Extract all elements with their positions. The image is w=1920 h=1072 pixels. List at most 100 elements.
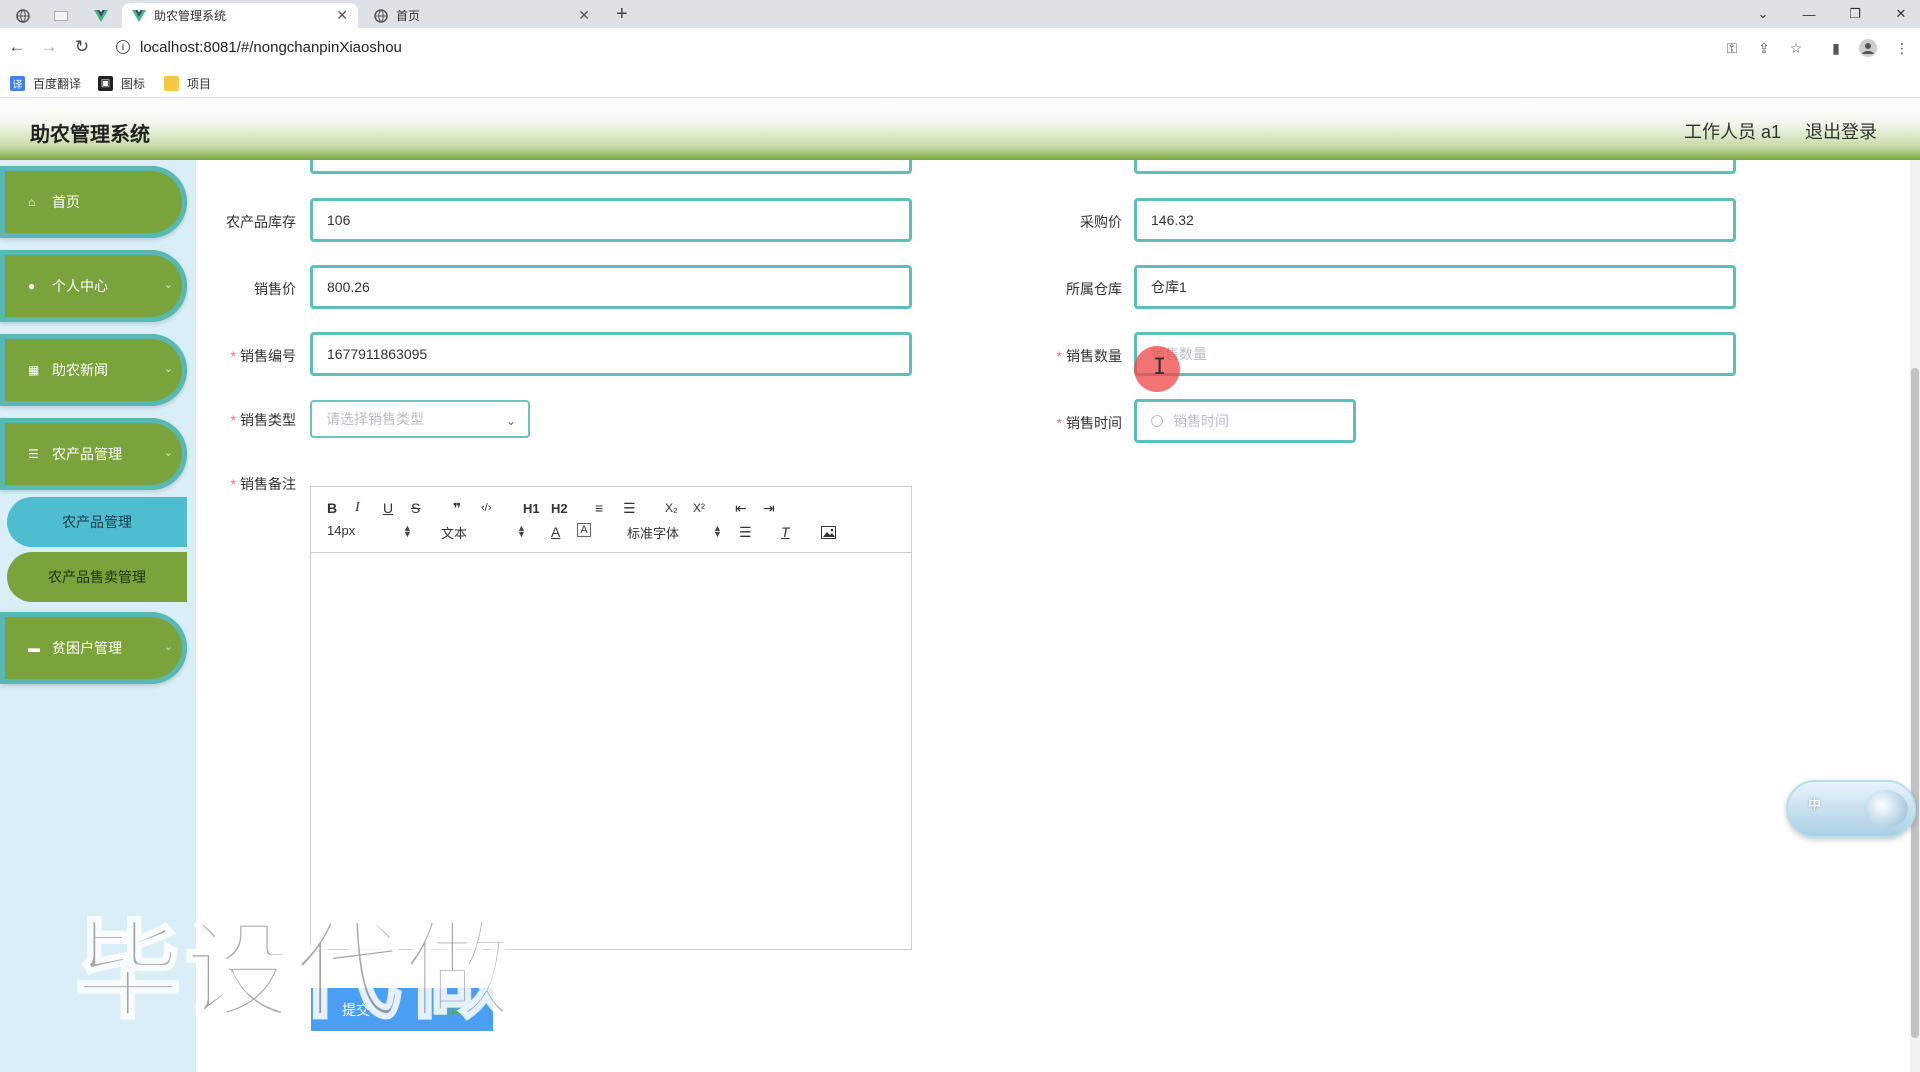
sidebar-item-label: 农产品管理 — [52, 446, 122, 462]
monitor-icon: ▬ — [28, 641, 40, 655]
updown-icon: ▲ ▼ — [713, 523, 722, 539]
image-icon: ▣ — [98, 76, 113, 91]
italic-button[interactable]: I — [355, 499, 360, 517]
sidebar-item-news[interactable]: ▦ 助农新闻 ⌄ — [0, 334, 187, 406]
bold-button[interactable]: B — [327, 499, 337, 517]
chevron-down-icon: ⌄ — [163, 279, 173, 291]
url-text: localhost:8081/#/nongchanpinXiaoshou — [140, 38, 402, 56]
align-icon[interactable]: ☰ — [739, 523, 752, 541]
sidebar-item-home[interactable]: ⌂ 首页 — [0, 166, 187, 238]
star-icon[interactable]: ☆ — [1786, 38, 1806, 58]
share-icon[interactable]: ⇪ — [1754, 38, 1774, 58]
font-family-select[interactable]: 标准字体 ▲ ▼ — [627, 523, 722, 542]
bookmark-baidu-translate[interactable]: 译 百度翻译 — [10, 75, 81, 92]
editor-toolbar: B I U S ❞ ‹/› H1 H2 ≡ ☰ X₂ X² ⇤ ⇥ 14px ▲… — [311, 487, 911, 553]
sale-no-field[interactable]: 1677911863095 — [310, 332, 912, 376]
stock-field[interactable]: 106 — [310, 198, 912, 242]
sidebar-subitem-product-mgmt[interactable]: 农产品管理 — [7, 497, 187, 547]
sidebar-item-product-mgmt[interactable]: ☰ 农产品管理 ⌄ — [0, 418, 187, 490]
outdent-button[interactable]: ⇤ — [735, 499, 747, 517]
vue-tab-icon[interactable] — [88, 3, 114, 28]
minimize-icon[interactable]: — — [1786, 0, 1832, 28]
updown-icon: ▲ ▼ — [403, 523, 412, 539]
forward-icon[interactable]: → — [38, 36, 60, 58]
font-size-select[interactable]: 14px ▲ ▼ — [327, 523, 412, 539]
chevron-down-icon: ⌄ — [505, 414, 516, 428]
sale-no-label: * 销售编号 — [230, 348, 296, 364]
sale-type-select[interactable]: 请选择销售类型 ⌄ — [310, 400, 530, 438]
reload-icon[interactable]: ↻ — [71, 36, 93, 58]
close-icon[interactable]: ✕ — [578, 7, 590, 24]
h2-button[interactable]: H2 — [551, 499, 568, 517]
clear-format-icon[interactable]: T — [781, 523, 790, 541]
sale-time-field[interactable]: 销售时间 — [1134, 399, 1356, 443]
tab-home[interactable]: 首页 ✕ — [364, 3, 600, 28]
sidebar-item-label: 首页 — [52, 194, 80, 210]
quote-button[interactable]: ❞ — [453, 499, 461, 517]
app-header: 助农管理系统 工作人员 a1 退出登录 — [0, 98, 1920, 160]
ime-widget[interactable]: 中 — [1786, 780, 1916, 838]
key-icon[interactable]: ⚿ — [1722, 38, 1742, 58]
bookmark-project[interactable]: 项目 — [164, 75, 211, 92]
input-clipped-left[interactable] — [310, 160, 912, 174]
url-field[interactable]: i localhost:8081/#/nongchanpinXiaoshou — [104, 32, 1754, 62]
subscript-button[interactable]: X₂ — [665, 499, 678, 517]
warehouse-field[interactable]: 仓库1 — [1134, 265, 1736, 309]
underline-button[interactable]: U — [383, 499, 393, 517]
info-icon[interactable]: i — [116, 40, 130, 54]
tab-zhunong[interactable]: 助农管理系统 ✕ — [122, 3, 358, 28]
window-close-icon[interactable]: ✕ — [1878, 0, 1920, 28]
bullet-list-button[interactable]: ☰ — [623, 499, 636, 517]
sale-type-label: * 销售类型 — [230, 412, 296, 428]
sale-qty-field[interactable]: 销售数量 — [1134, 332, 1736, 376]
app-title: 助农管理系统 — [30, 124, 150, 146]
ordered-list-button[interactable]: ≡ — [595, 499, 603, 517]
translate-icon: 译 — [10, 76, 25, 91]
bookmarks-bar: 译 百度翻译 ▣ 图标 项目 — [0, 68, 1920, 98]
sidebar-item-personal-center[interactable]: ● 个人中心 ⌄ — [0, 250, 187, 322]
user-label: 工作人员 a1 — [1684, 122, 1782, 142]
new-tab-icon[interactable]: + — [616, 3, 628, 25]
chevron-down-icon: ⌄ — [163, 363, 173, 375]
address-bar: ← → ↻ i localhost:8081/#/nongchanpinXiao… — [0, 28, 1920, 68]
back-icon[interactable]: ← — [6, 36, 28, 58]
font-color-icon[interactable]: A — [551, 523, 560, 541]
grid-icon: ▦ — [28, 363, 40, 377]
list-icon: ☰ — [28, 447, 39, 461]
profile-icon[interactable] — [1858, 38, 1878, 58]
insert-image-icon[interactable] — [821, 523, 836, 541]
blank-tab-icon[interactable] — [48, 3, 74, 28]
input-clipped-right[interactable] — [1134, 160, 1736, 174]
restore-icon[interactable]: ❐ — [1832, 0, 1878, 28]
purchase-price-field[interactable]: 146.32 — [1134, 198, 1736, 242]
block-type-select[interactable]: 文本 ▲ ▼ — [441, 523, 526, 542]
bookmark-icons[interactable]: ▣ 图标 — [98, 75, 145, 92]
rich-text-editor[interactable]: B I U S ❞ ‹/› H1 H2 ≡ ☰ X₂ X² ⇤ ⇥ 14px ▲… — [310, 486, 912, 950]
kebab-menu-icon[interactable]: ⋮ — [1892, 38, 1912, 58]
tab-title: 助农管理系统 — [154, 9, 227, 23]
updown-icon: ▲ ▼ — [517, 523, 526, 539]
purchase-price-label: 采购价 — [1080, 214, 1122, 230]
sidepanel-icon[interactable]: ▮ — [1826, 38, 1846, 58]
close-icon[interactable]: ✕ — [336, 7, 348, 24]
text-cursor-icon: I — [1153, 355, 1167, 380]
background-color-icon[interactable]: A — [577, 523, 591, 537]
browser-tab-bar: 助农管理系统 ✕ 首页 ✕ + ⌄ — ❐ ✕ — [0, 0, 1920, 28]
scrollbar-thumb[interactable] — [1911, 368, 1919, 1038]
indent-button[interactable]: ⇥ — [763, 499, 775, 517]
sidebar-item-label: 贫困户管理 — [52, 640, 122, 656]
logout-link[interactable]: 退出登录 — [1805, 118, 1877, 144]
chevron-down-icon: ⌄ — [163, 447, 173, 459]
globe-tab-icon[interactable] — [10, 3, 36, 28]
sale-price-field[interactable]: 800.26 — [310, 265, 912, 309]
user-icon: ● — [28, 279, 36, 293]
tab-search-chevron-icon[interactable]: ⌄ — [1740, 0, 1786, 28]
sidebar-subitem-product-sales[interactable]: 农产品售卖管理 — [7, 552, 187, 602]
h1-button[interactable]: H1 — [523, 499, 540, 517]
superscript-button[interactable]: X² — [693, 499, 705, 517]
sidebar-item-poor-households[interactable]: ▬ 贫困户管理 ⌄ — [0, 612, 187, 684]
sidebar-item-label: 个人中心 — [52, 278, 108, 294]
code-button[interactable]: ‹/› — [481, 499, 491, 517]
strike-button[interactable]: S — [411, 499, 420, 517]
sidebar-item-label: 助农新闻 — [52, 362, 108, 378]
